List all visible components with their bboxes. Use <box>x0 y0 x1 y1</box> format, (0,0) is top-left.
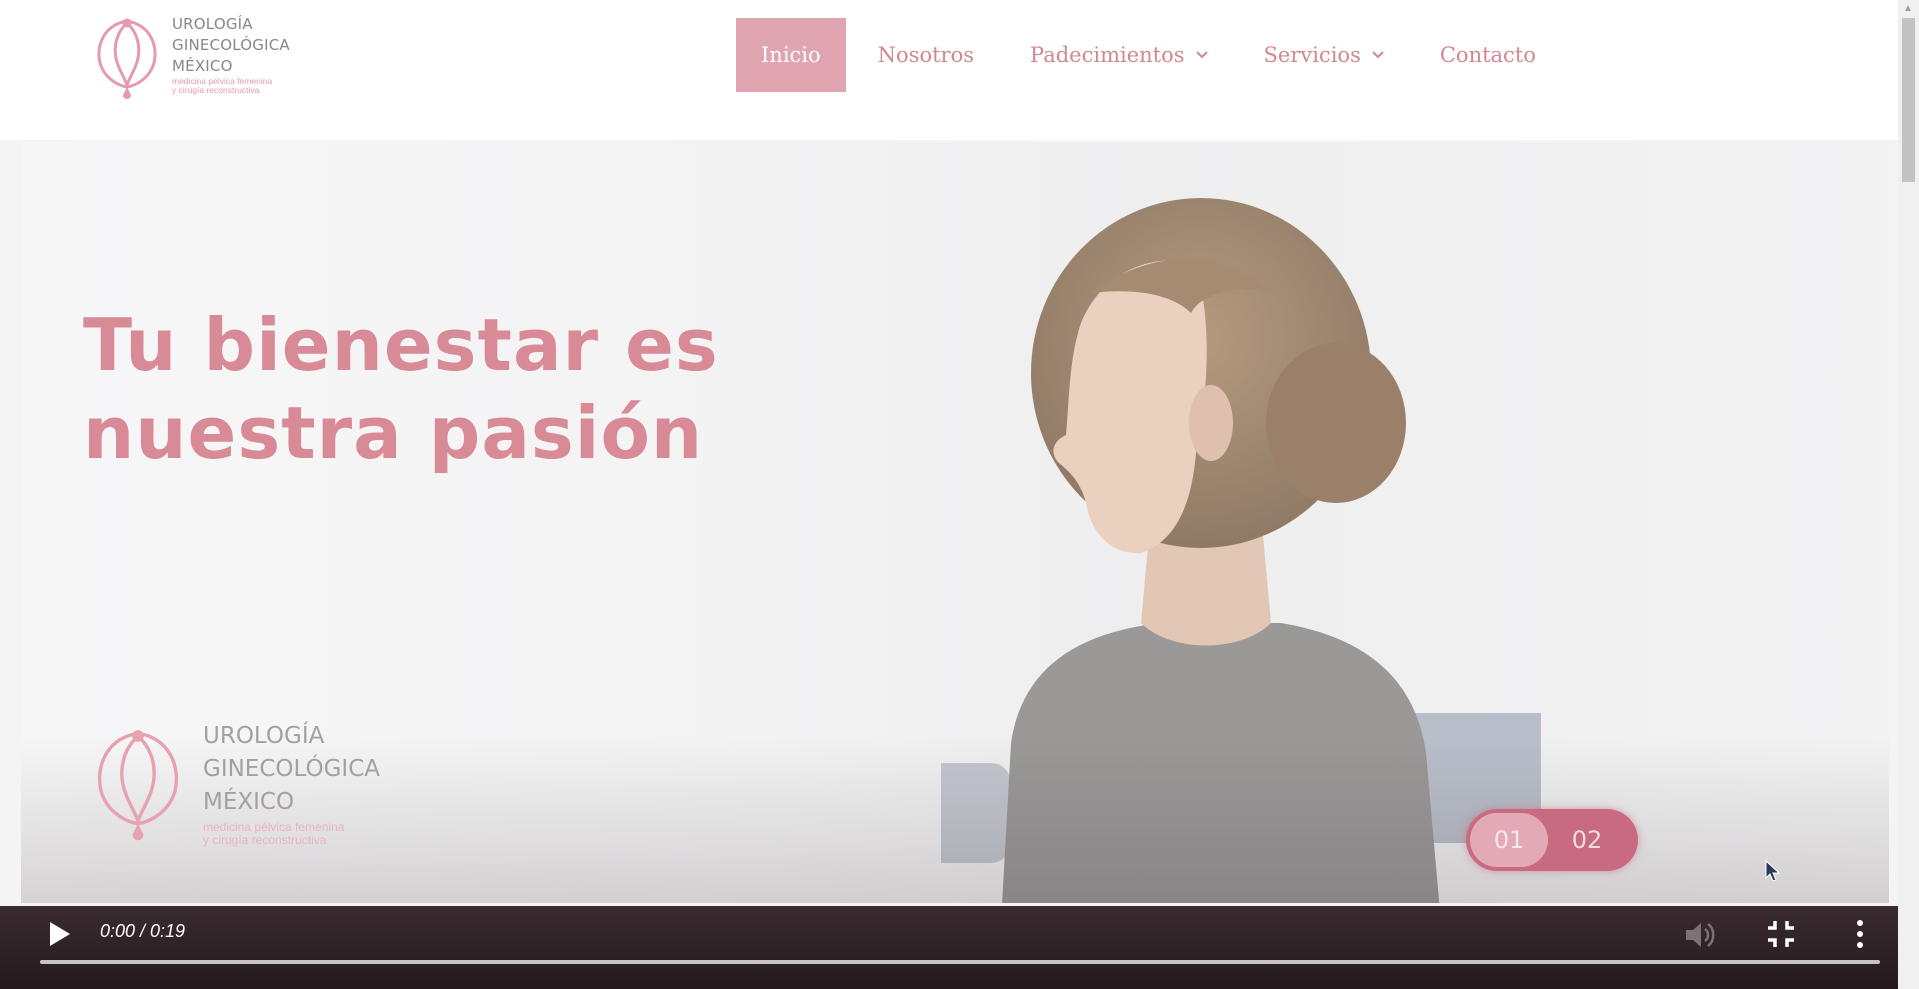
logo-wordmark: UROLOGÍA GINECOLÓGICA MÉXICO <box>172 14 290 77</box>
site-logo[interactable]: UROLOGÍA GINECOLÓGICA MÉXICO medicina pé… <box>92 12 292 102</box>
exit-fullscreen-button[interactable] <box>1765 918 1797 955</box>
chevron-down-icon <box>1195 51 1208 59</box>
nav-inicio-label: Inicio <box>761 43 821 67</box>
slide-02-button[interactable]: 02 <box>1548 813 1626 867</box>
nav-padecimientos-label: Padecimientos <box>1030 43 1185 67</box>
hero-heading: Tu bienestar es nuestra pasión <box>83 301 723 477</box>
scrollbar-thumb[interactable] <box>1902 18 1915 182</box>
slide-01-button[interactable]: 01 <box>1470 813 1548 867</box>
hero-logo-tagline: medicina pélvica femenina y cirugía reco… <box>203 821 344 847</box>
logo-tagline-2: y cirugía reconstructiva <box>172 85 260 95</box>
nav-contacto-label: Contacto <box>1439 43 1536 67</box>
volume-button[interactable] <box>1682 918 1718 957</box>
nav-servicios[interactable]: Servicios <box>1264 43 1384 67</box>
nav-servicios-label: Servicios <box>1263 43 1361 67</box>
play-icon <box>50 922 70 946</box>
nav-contacto[interactable]: Contacto <box>1440 43 1536 67</box>
hero-logo-line-2: GINECOLÓGICA <box>203 756 381 782</box>
exit-fullscreen-icon <box>1768 921 1794 947</box>
video-progress-bar[interactable] <box>40 960 1880 964</box>
more-options-icon <box>1857 920 1863 948</box>
logo-mark-icon <box>97 730 179 841</box>
page-scrollbar[interactable]: ▲ <box>1898 0 1919 989</box>
hero-logo-line-3: MÉXICO <box>203 789 295 815</box>
nav-padecimientos[interactable]: Padecimientos <box>1030 43 1208 67</box>
logo-mark-icon <box>97 18 157 99</box>
scroll-up-arrow-icon[interactable]: ▲ <box>1903 3 1913 14</box>
video-controls: 0:00 / 0:19 <box>0 906 1898 989</box>
page: UROLOGÍA GINECOLÓGICA MÉXICO medicina pé… <box>0 0 1919 989</box>
hero-logo-wordmark: UROLOGÍA GINECOLÓGICA MÉXICO <box>203 720 380 819</box>
hero-logo-line-1: UROLOGÍA <box>203 723 325 749</box>
chevron-down-icon <box>1372 51 1384 59</box>
logo-line-2: GINECOLÓGICA <box>172 36 290 54</box>
video-time: 0:00 / 0:19 <box>100 921 186 941</box>
logo-line-3: MÉXICO <box>172 57 233 75</box>
hero-video[interactable]: Tu bienestar es nuestra pasión UROLOGÍA … <box>21 143 1889 903</box>
more-options-button[interactable] <box>1848 918 1872 955</box>
logo-line-1: UROLOGÍA <box>172 15 253 33</box>
mouse-cursor-icon <box>1765 860 1781 882</box>
site-header: UROLOGÍA GINECOLÓGICA MÉXICO medicina pé… <box>0 0 1898 140</box>
slide-switcher: 01 02 <box>1466 809 1638 871</box>
logo-tagline: medicina pélvica femenina y cirugía reco… <box>172 77 272 95</box>
hero-heading-line-2: nuestra pasión <box>83 391 704 475</box>
hero-watermark-logo: UROLOGÍA GINECOLÓGICA MÉXICO medicina pé… <box>83 720 403 847</box>
volume-icon <box>1686 922 1715 948</box>
hero-logo-tagline-2: y cirugía reconstructiva <box>203 833 327 847</box>
hero-heading-line-1: Tu bienestar es <box>83 303 719 387</box>
nav-nosotros-label: Nosotros <box>877 43 975 67</box>
main-nav: Inicio Nosotros Padecimientos Servicios … <box>736 18 1592 92</box>
nav-inicio[interactable]: Inicio <box>736 18 846 92</box>
play-button[interactable] <box>46 919 74 949</box>
nav-nosotros[interactable]: Nosotros <box>878 43 974 67</box>
